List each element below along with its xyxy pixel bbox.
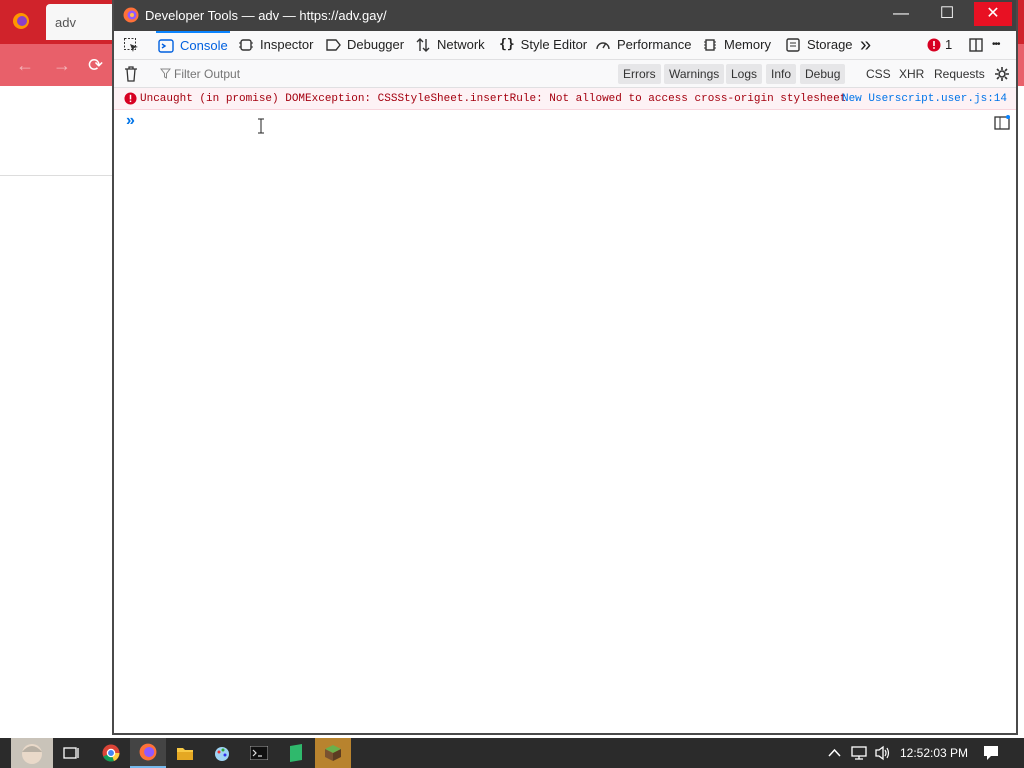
avatar[interactable] xyxy=(10,738,54,768)
console-icon xyxy=(158,39,174,53)
inspector-icon xyxy=(239,39,253,51)
filter-info-button[interactable]: Info xyxy=(766,64,797,84)
forward-button[interactable]: → xyxy=(53,55,71,76)
windows-taskbar: 12:52:03 PM xyxy=(0,738,1024,768)
tab-debugger[interactable]: Debugger xyxy=(325,31,404,59)
folder-icon xyxy=(177,747,193,760)
trash-icon[interactable] xyxy=(124,66,138,82)
filter-xhr-button[interactable]: XHR xyxy=(895,64,928,84)
network-icon xyxy=(416,38,430,52)
element-picker-button[interactable] xyxy=(123,31,139,59)
minimize-button[interactable]: — xyxy=(882,2,920,26)
devtools-window: Developer Tools — adv — https://adv.gay/… xyxy=(112,0,1018,735)
volume-icon[interactable] xyxy=(874,745,892,761)
gear-icon[interactable] xyxy=(994,66,1010,82)
paint-icon xyxy=(215,747,229,761)
task-view-icon xyxy=(63,747,79,759)
more-tools-button[interactable]: » xyxy=(860,31,871,59)
window-title: Developer Tools — adv — https://adv.gay/ xyxy=(145,8,387,23)
tab-memory[interactable]: Memory xyxy=(702,31,771,59)
firefox-icon xyxy=(123,7,139,23)
chevron-up-icon[interactable] xyxy=(828,748,841,758)
taskbar-command-prompt[interactable] xyxy=(241,738,277,768)
tab-label: Memory xyxy=(724,37,771,52)
editor-mode-icon[interactable] xyxy=(994,115,1010,130)
console-prompt-icon: » xyxy=(126,112,135,129)
taskbar-firefox[interactable] xyxy=(130,738,166,768)
filter-requests-button[interactable]: Requests xyxy=(930,64,989,84)
braces-icon: {} xyxy=(499,37,515,52)
console-error-message[interactable]: Uncaught (in promise) DOMException: CSSS… xyxy=(114,88,1016,110)
close-button[interactable]: ✕ xyxy=(974,2,1012,26)
ellipsis-icon: ••• xyxy=(992,39,1000,50)
terminal-icon xyxy=(250,746,268,760)
devtools-toolbar: Console Inspector Debugger Network {} St… xyxy=(114,31,1016,60)
notifications-icon[interactable] xyxy=(983,745,999,761)
error-count-button[interactable]: 1 xyxy=(927,31,952,59)
browser-tab[interactable]: adv xyxy=(46,4,116,40)
reload-button[interactable]: ⟳ xyxy=(88,55,103,76)
error-icon xyxy=(124,92,137,105)
taskbar-minecraft[interactable] xyxy=(315,738,351,768)
grass-block-icon xyxy=(325,745,341,761)
maximize-button[interactable]: ☐ xyxy=(928,2,966,26)
tab-label: Performance xyxy=(617,37,692,52)
error-source-link[interactable]: New Userscript.user.js:14 xyxy=(842,93,1007,105)
tab-label: Debugger xyxy=(347,37,405,52)
error-text: Uncaught (in promise) DOMException: CSSS… xyxy=(140,93,847,105)
performance-icon xyxy=(596,42,610,50)
firefox-icon xyxy=(13,13,29,29)
taskbar-app[interactable] xyxy=(278,738,314,768)
debugger-icon xyxy=(326,39,341,51)
filter-errors-button[interactable]: Errors xyxy=(618,64,661,84)
filter-logs-button[interactable]: Logs xyxy=(726,64,763,84)
page-content xyxy=(0,176,112,738)
memory-icon xyxy=(704,39,716,51)
filter-css-button[interactable]: CSS xyxy=(862,64,895,84)
dock-options-button[interactable] xyxy=(968,31,984,59)
tab-inspector[interactable]: Inspector xyxy=(238,31,313,59)
error-icon xyxy=(927,38,941,52)
tab-performance[interactable]: Performance xyxy=(595,31,691,59)
firefox-icon xyxy=(139,743,157,761)
console-input[interactable] xyxy=(144,112,964,132)
back-button[interactable]: ← xyxy=(16,55,34,76)
taskbar-paint[interactable] xyxy=(204,738,240,768)
green-app-icon xyxy=(290,744,302,762)
filter-output-input[interactable] xyxy=(158,64,558,84)
filter-debug-button[interactable]: Debug xyxy=(800,64,846,84)
task-view-button[interactable] xyxy=(54,738,90,768)
tab-style-editor[interactable]: {} Style Editor xyxy=(499,31,587,59)
dock-icon xyxy=(969,38,983,52)
taskbar-file-explorer[interactable] xyxy=(167,738,203,768)
window-titlebar[interactable]: Developer Tools — adv — https://adv.gay/… xyxy=(114,0,1016,31)
network-status-icon[interactable] xyxy=(850,745,868,761)
browser-tab-title: adv xyxy=(55,15,76,30)
taskbar-clock[interactable]: 12:52:03 PM xyxy=(900,746,968,760)
chrome-icon xyxy=(102,744,120,762)
tab-label: Console xyxy=(180,38,228,53)
filter-warnings-button[interactable]: Warnings xyxy=(664,64,725,84)
tab-label: Network xyxy=(437,37,485,52)
taskbar-chrome[interactable] xyxy=(93,738,129,768)
storage-icon xyxy=(786,38,800,52)
tab-console[interactable]: Console xyxy=(156,31,230,59)
error-count: 1 xyxy=(945,37,953,52)
tab-storage[interactable]: Storage xyxy=(785,31,853,59)
page-sidebar xyxy=(0,86,112,176)
pick-element-icon xyxy=(124,38,138,52)
tab-label: Inspector xyxy=(260,37,314,52)
tab-label: Style Editor xyxy=(520,37,588,52)
tab-label: Storage xyxy=(807,37,853,52)
text-cursor-icon xyxy=(258,118,264,134)
tab-network[interactable]: Network xyxy=(415,31,485,59)
menu-button[interactable]: ••• xyxy=(992,31,1000,59)
chevron-double-right-icon: » xyxy=(860,34,872,56)
user-avatar-icon xyxy=(11,738,53,768)
console-filter-bar: Errors Warnings Logs Info Debug CSS XHR … xyxy=(114,60,1016,88)
